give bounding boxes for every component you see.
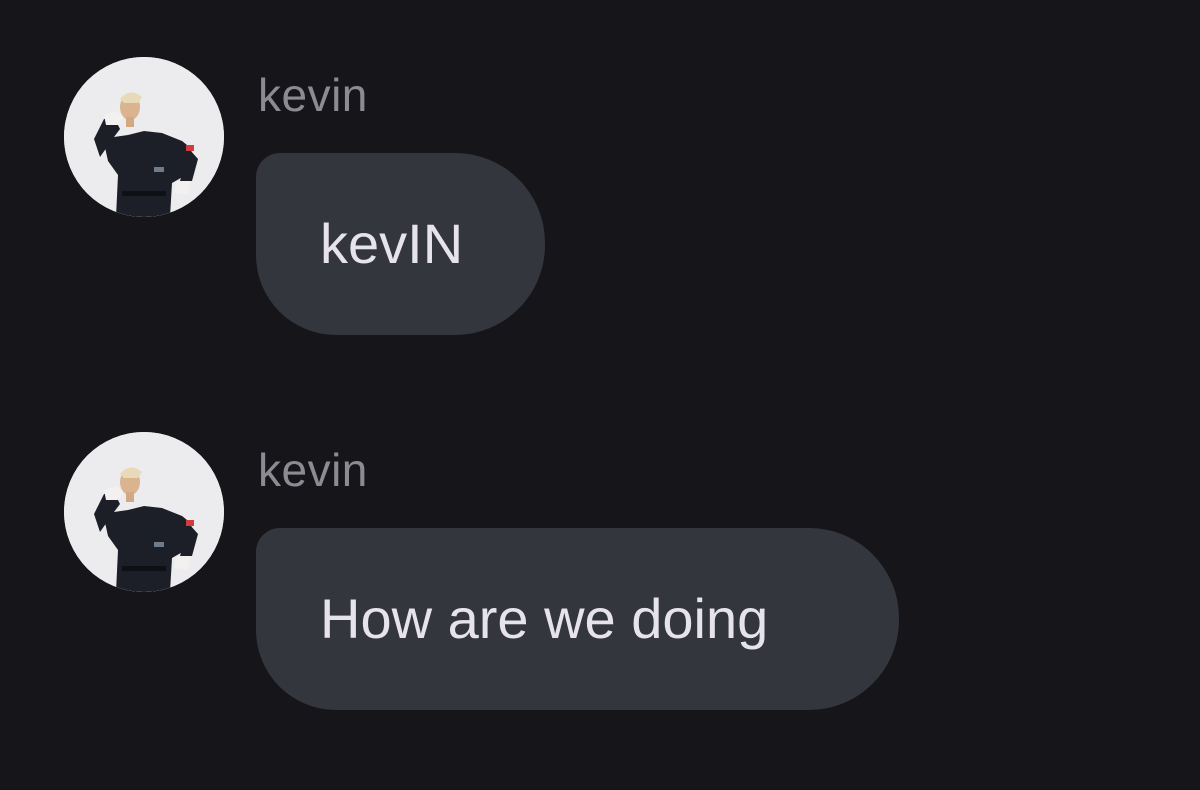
message-thread: kevin kevIN kevin How are we doing	[0, 0, 1200, 790]
message-text: kevIN	[320, 212, 464, 275]
avatar[interactable]	[64, 57, 224, 217]
avatar-photo-icon	[64, 57, 224, 217]
message-bubble[interactable]: kevIN	[256, 153, 545, 335]
sender-name: kevin	[258, 444, 368, 496]
message-bubble[interactable]: How are we doing	[256, 528, 899, 710]
message-text: How are we doing	[320, 587, 769, 650]
avatar-photo-icon	[64, 432, 224, 592]
sender-name: kevin	[258, 69, 368, 121]
avatar[interactable]	[64, 432, 224, 592]
